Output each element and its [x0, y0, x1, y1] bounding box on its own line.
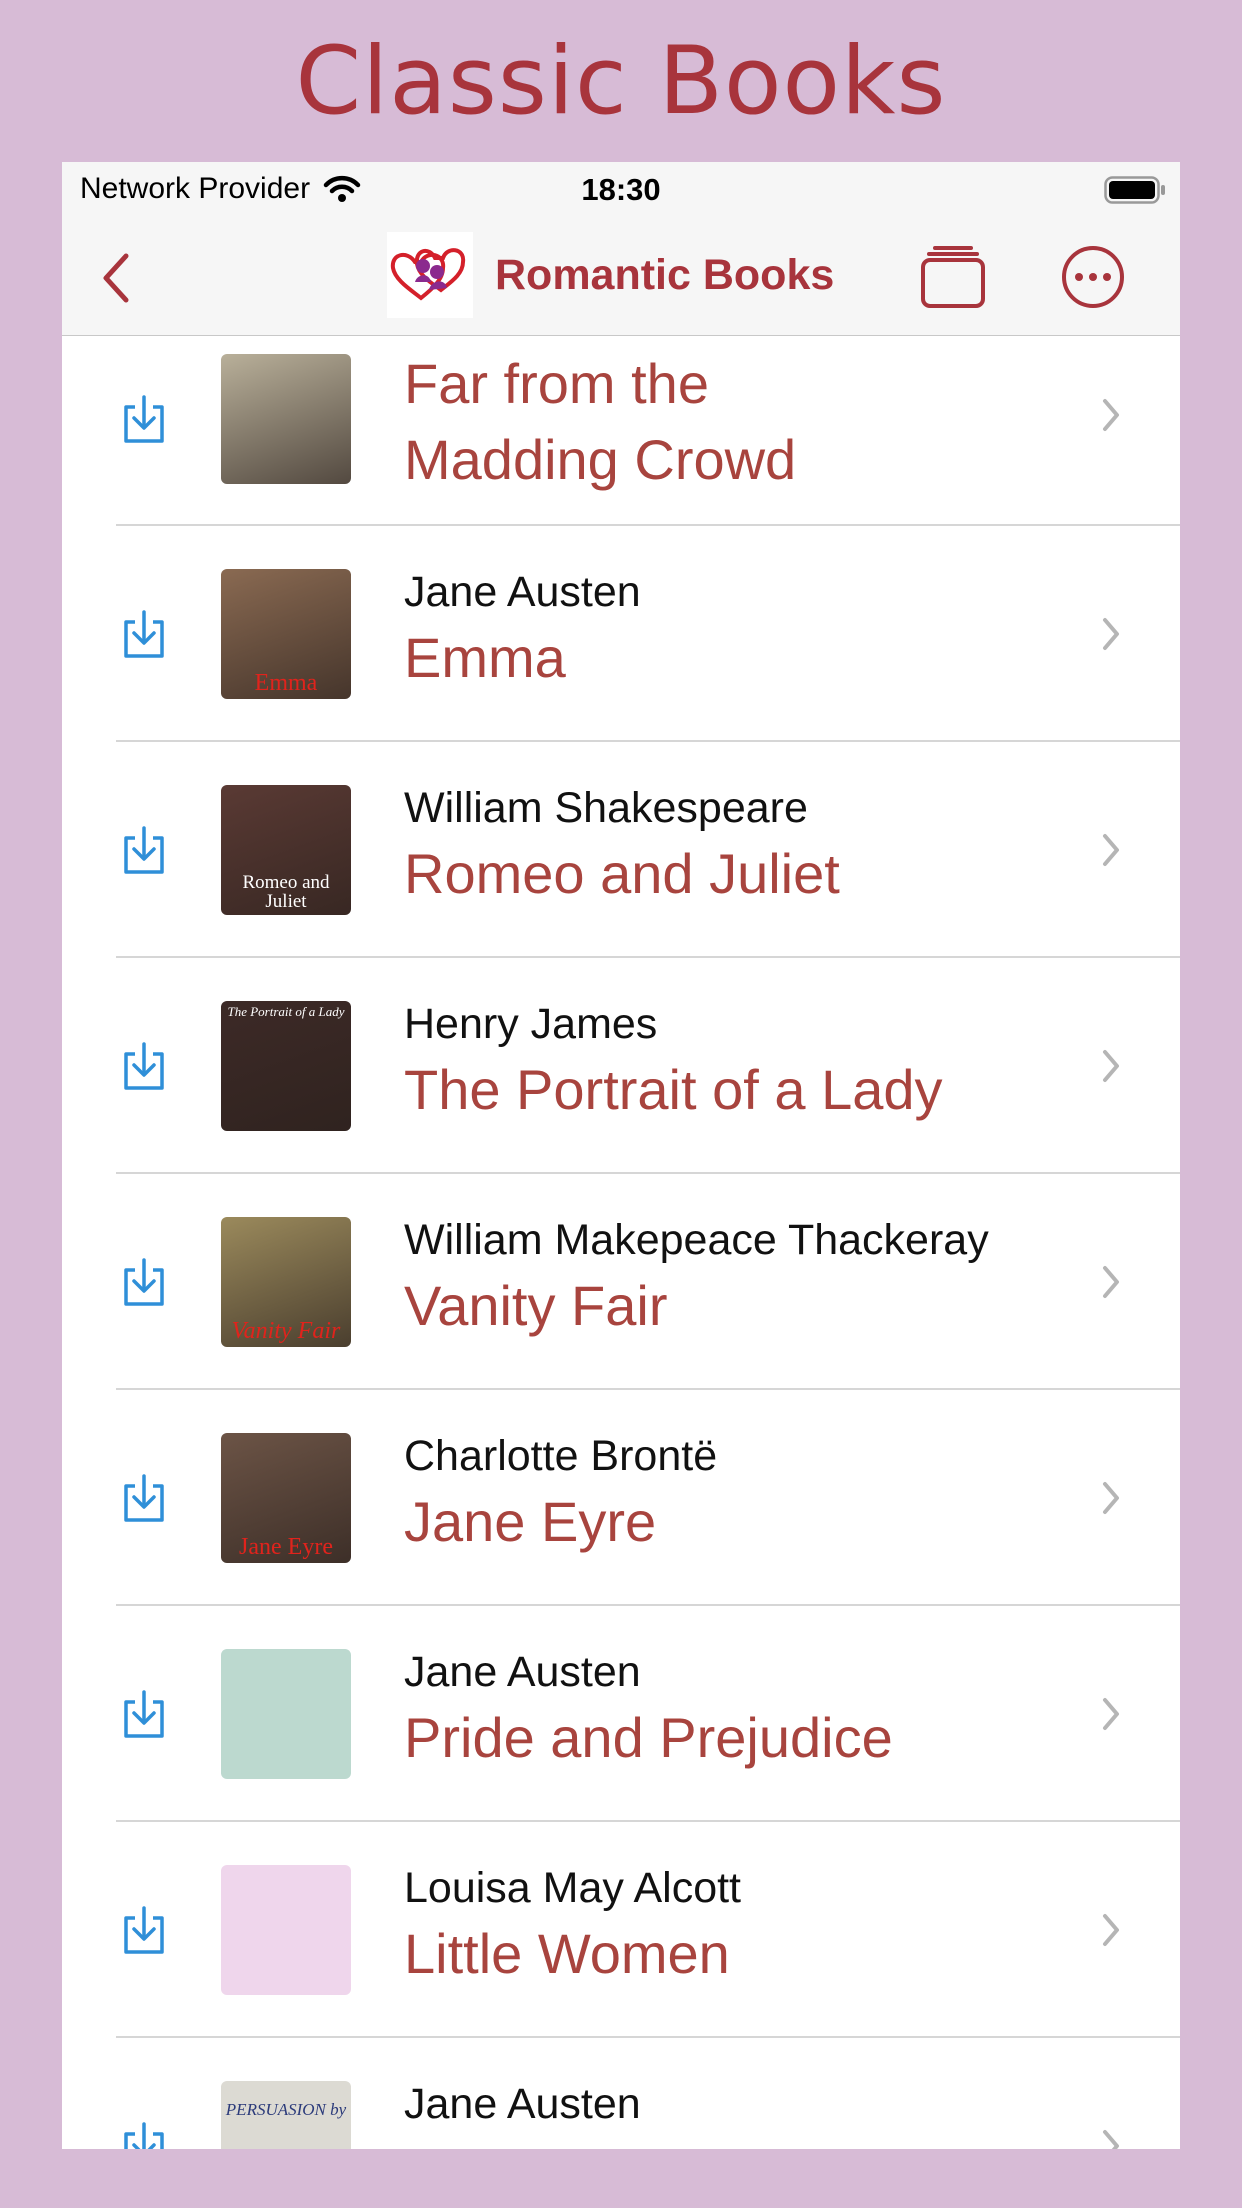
- book-author: Jane Austen: [404, 2080, 641, 2128]
- book-title: The Portrait of a Lady: [404, 1058, 943, 1121]
- book-author: Charlotte Brontë: [404, 1432, 718, 1480]
- navigation-bar: Romantic Books: [62, 218, 1180, 336]
- book-row[interactable]: Vanity Fair William Makepeace Thackeray Va…: [62, 1174, 1180, 1390]
- download-icon[interactable]: [120, 608, 168, 660]
- ellipsis-circle-icon[interactable]: [1060, 244, 1126, 310]
- book-author: Jane Austen: [404, 1648, 641, 1696]
- book-author: William Shakespeare: [404, 784, 808, 832]
- chevron-right-icon: [1103, 618, 1119, 650]
- chevron-right-icon: [1103, 1050, 1119, 1082]
- book-author: Louisa May Alcott: [404, 1864, 742, 1912]
- book-list[interactable]: Far from the Madding Crowd Emma Jane Austen…: [62, 336, 1180, 2149]
- stacked-pages-icon[interactable]: [920, 244, 986, 310]
- book-row[interactable]: Far from the Madding Crowd: [62, 336, 1180, 526]
- book-row[interactable]: Jane Austen Pride and Prejudice: [62, 1606, 1180, 1822]
- book-cover-image: Emma: [221, 569, 351, 699]
- book-title: Emma: [404, 626, 566, 689]
- chevron-right-icon: [1103, 1482, 1119, 1514]
- book-row[interactable]: Jane Eyre Charlotte Brontë Jane Eyre: [62, 1390, 1180, 1606]
- download-icon[interactable]: [120, 1040, 168, 1092]
- phone-screen: Network Provider 18:30 Romantic Books Fa…: [62, 162, 1180, 2149]
- download-icon[interactable]: [120, 2120, 168, 2149]
- chevron-right-icon: [1103, 399, 1119, 431]
- book-title: Jane Eyre: [404, 1490, 657, 1553]
- cover-caption: Emma: [254, 670, 318, 696]
- book-row[interactable]: Emma Jane Austen Emma: [62, 526, 1180, 742]
- chevron-right-icon: [1103, 1914, 1119, 1946]
- book-title: Far from the: [404, 352, 709, 415]
- cover-caption: Romeo and Juliet: [242, 872, 330, 912]
- book-title: Pride and Prejudice: [404, 1706, 893, 1769]
- nav-title-group: Romantic Books: [387, 231, 834, 319]
- battery-icon: [1104, 176, 1165, 204]
- book-row[interactable]: PERSUASION by Jane Austen: [62, 2038, 1180, 2149]
- status-bar: Network Provider 18:30: [62, 162, 1180, 218]
- book-row[interactable]: Romeo and Juliet William Shakespeare Romeo…: [62, 742, 1180, 958]
- book-author: Henry James: [404, 1000, 658, 1048]
- download-icon[interactable]: [120, 1256, 168, 1308]
- book-cover-image: [221, 1649, 351, 1779]
- download-icon[interactable]: [120, 1904, 168, 1956]
- book-row[interactable]: The Portrait of a Lady Henry James The Por…: [62, 958, 1180, 1174]
- book-title: Madding Crowd: [404, 428, 797, 491]
- book-cover-image: The Portrait of a Lady: [221, 1001, 351, 1131]
- chevron-right-icon: [1103, 834, 1119, 866]
- book-author: Jane Austen: [404, 568, 641, 616]
- book-cover-image: PERSUASION by: [221, 2081, 351, 2149]
- book-author: William Makepeace Thackeray: [404, 1216, 989, 1264]
- nav-title: Romantic Books: [495, 250, 835, 299]
- cover-caption: PERSUASION by: [225, 2100, 347, 2119]
- hearts-logo-icon: [387, 232, 473, 318]
- chevron-right-icon: [1103, 1698, 1119, 1730]
- chevron-right-icon: [1103, 2130, 1119, 2149]
- download-icon[interactable]: [120, 1472, 168, 1524]
- book-title: Vanity Fair: [404, 1274, 668, 1337]
- clock: 18:30: [581, 172, 661, 207]
- back-chevron-icon[interactable]: [96, 250, 136, 306]
- book-cover-image: Vanity Fair: [221, 1217, 351, 1347]
- book-row[interactable]: Louisa May Alcott Little Women: [62, 1822, 1180, 2038]
- book-cover-image: Romeo and Juliet: [221, 785, 351, 915]
- book-title: Little Women: [404, 1922, 730, 1985]
- download-icon[interactable]: [120, 393, 168, 445]
- book-cover-image: Jane Eyre: [221, 1433, 351, 1563]
- cover-caption: The Portrait of a Lady: [227, 1004, 345, 1019]
- cover-caption: Vanity Fair: [231, 1318, 341, 1344]
- book-title: Romeo and Juliet: [404, 842, 840, 905]
- book-cover-image: [221, 354, 351, 484]
- app-store-banner-title: Classic Books: [295, 26, 947, 136]
- cover-caption: Jane Eyre: [239, 1534, 333, 1560]
- book-cover-image: [221, 1865, 351, 1995]
- download-icon[interactable]: [120, 824, 168, 876]
- download-icon[interactable]: [120, 1688, 168, 1740]
- chevron-right-icon: [1103, 1266, 1119, 1298]
